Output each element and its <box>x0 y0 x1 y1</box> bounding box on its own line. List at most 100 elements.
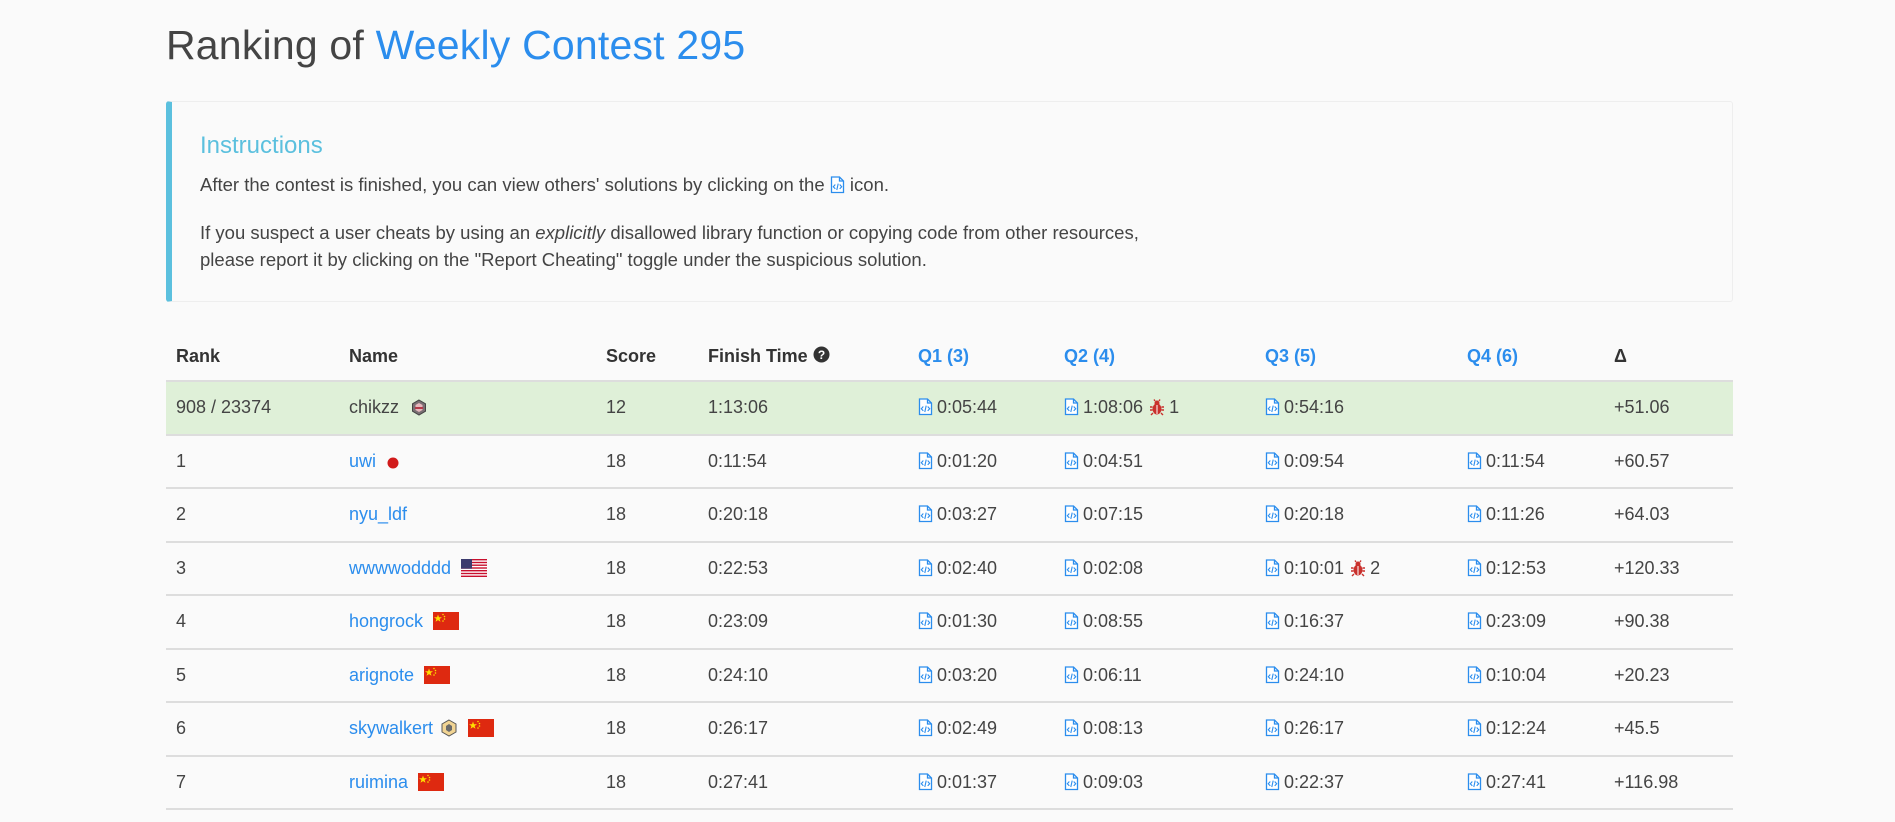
name-cell: nyu_ldf <box>339 487 596 542</box>
my-ranking-row: 908 / 23374 chikzz 12 1:13:06 0:05:44 1:… <box>166 380 1733 435</box>
q3-time: 0:54:16 <box>1284 397 1345 418</box>
code-file-icon[interactable] <box>918 719 933 737</box>
q1-cell[interactable]: 0:01:30 <box>908 594 1054 649</box>
q3-cell[interactable]: 0:54:16 <box>1255 380 1457 435</box>
code-file-icon[interactable] <box>1064 452 1079 470</box>
header-q2-link[interactable]: Q2 (4) <box>1054 332 1255 382</box>
header-finish-time-label: Finish Time <box>708 345 808 366</box>
header-q3-link[interactable]: Q3 (5) <box>1255 332 1457 382</box>
code-file-icon[interactable] <box>1064 719 1079 737</box>
code-file-icon[interactable] <box>1467 773 1482 791</box>
code-file-icon[interactable] <box>1265 452 1280 470</box>
q4-time: 0:27:41 <box>1486 771 1547 792</box>
q4-cell[interactable]: 0:23:09 <box>1457 594 1604 649</box>
code-file-icon[interactable] <box>1265 398 1280 416</box>
q1-cell[interactable]: 0:01:37 <box>908 754 1054 810</box>
code-file-icon[interactable] <box>1064 505 1079 523</box>
q4-cell[interactable]: 0:11:54 <box>1457 433 1604 488</box>
q1-cell[interactable]: 0:05:44 <box>908 380 1054 435</box>
q1-cell[interactable]: 0:02:49 <box>908 701 1054 756</box>
code-file-icon[interactable] <box>1265 612 1280 630</box>
code-file-icon[interactable] <box>918 398 933 416</box>
q1-cell[interactable]: 0:02:40 <box>908 540 1054 595</box>
finish-time-cell: 0:20:18 <box>698 487 908 542</box>
code-file-icon[interactable] <box>1064 773 1079 791</box>
q4-cell[interactable]: 0:12:24 <box>1457 701 1604 756</box>
username-link[interactable]: uwi <box>349 451 376 471</box>
code-file-icon[interactable] <box>918 612 933 630</box>
q2-cell[interactable]: 0:08:55 <box>1054 594 1255 649</box>
q1-cell[interactable]: 0:01:20 <box>908 433 1054 488</box>
instructions-heading: Instructions <box>200 132 323 159</box>
q4-cell[interactable]: 0:27:41 <box>1457 754 1604 810</box>
code-file-icon[interactable] <box>1467 612 1482 630</box>
q4-cell[interactable]: 0:12:53 <box>1457 540 1604 595</box>
q2-cell[interactable]: 0:07:15 <box>1054 487 1255 542</box>
code-file-icon[interactable] <box>918 452 933 470</box>
contest-badge-icon <box>441 719 457 737</box>
delta-cell: +20.23 <box>1604 647 1733 702</box>
q2-cell[interactable]: 0:09:03 <box>1054 754 1255 810</box>
q2-cell[interactable]: 0:04:51 <box>1054 433 1255 488</box>
q2-cell[interactable]: 1:08:06 1 <box>1054 380 1255 435</box>
q4-cell <box>1457 380 1604 435</box>
username-link[interactable]: skywalkert <box>349 718 433 738</box>
q2-time: 0:07:15 <box>1083 504 1144 525</box>
svg-text:?: ? <box>818 348 825 362</box>
delta-cell: +64.03 <box>1604 487 1733 542</box>
q4-cell[interactable]: 0:10:04 <box>1457 647 1604 702</box>
q2-cell[interactable]: 0:08:13 <box>1054 701 1255 756</box>
table-row: 6 skywalkert 18 0:26:17 0:02:49 0:08:13 … <box>166 701 1733 756</box>
username-link[interactable]: nyu_ldf <box>349 504 407 524</box>
code-file-icon[interactable] <box>918 559 933 577</box>
finish-time-cell: 0:11:54 <box>698 433 908 488</box>
q2-time: 1:08:06 <box>1083 397 1144 418</box>
code-file-icon[interactable] <box>1467 666 1482 684</box>
q2-cell[interactable]: 0:02:08 <box>1054 540 1255 595</box>
q1-cell[interactable]: 0:03:20 <box>908 647 1054 702</box>
header-q4-link[interactable]: Q4 (6) <box>1457 332 1604 382</box>
q3-cell[interactable]: 0:09:54 <box>1255 433 1457 488</box>
name-cell: hongrock <box>339 594 596 649</box>
question-circle-icon[interactable]: ? <box>813 346 830 363</box>
code-file-icon[interactable] <box>1064 666 1079 684</box>
code-file-icon[interactable] <box>1467 719 1482 737</box>
q3-time: 0:20:18 <box>1284 504 1345 525</box>
name-cell: wwwwodddd <box>339 540 596 595</box>
code-file-icon[interactable] <box>1467 559 1482 577</box>
username-link[interactable]: arignote <box>349 665 414 685</box>
code-file-icon[interactable] <box>1467 452 1482 470</box>
username-link[interactable]: ruimina <box>349 772 408 792</box>
q4-cell[interactable]: 0:11:26 <box>1457 487 1604 542</box>
q2-cell[interactable]: 0:06:11 <box>1054 647 1255 702</box>
code-file-icon[interactable] <box>918 505 933 523</box>
code-file-icon[interactable] <box>1265 559 1280 577</box>
code-file-icon[interactable] <box>1467 505 1482 523</box>
finish-time-cell: 1:13:06 <box>698 380 908 435</box>
username-link[interactable]: hongrock <box>349 611 423 631</box>
code-file-icon[interactable] <box>1265 773 1280 791</box>
q3-cell[interactable]: 0:24:10 <box>1255 647 1457 702</box>
code-file-icon[interactable] <box>1265 666 1280 684</box>
q3-cell[interactable]: 0:10:01 2 <box>1255 540 1457 595</box>
rank-cell: 6 <box>166 701 339 756</box>
code-file-icon[interactable] <box>918 773 933 791</box>
code-file-icon[interactable] <box>1064 398 1079 416</box>
q3-cell[interactable]: 0:20:18 <box>1255 487 1457 542</box>
rank-cell: 5 <box>166 647 339 702</box>
username-link[interactable]: wwwwodddd <box>349 558 451 578</box>
contest-name-link[interactable]: Weekly Contest 295 <box>376 22 746 68</box>
code-file-icon[interactable] <box>1064 559 1079 577</box>
code-file-icon[interactable] <box>1265 505 1280 523</box>
q3-cell[interactable]: 0:26:17 <box>1255 701 1457 756</box>
code-file-icon[interactable] <box>1265 719 1280 737</box>
q1-time: 0:02:49 <box>937 718 998 739</box>
flag-china-icon <box>468 719 495 738</box>
q3-cell[interactable]: 0:16:37 <box>1255 594 1457 649</box>
header-q1-link[interactable]: Q1 (3) <box>908 332 1054 382</box>
q1-cell[interactable]: 0:03:27 <box>908 487 1054 542</box>
code-file-icon[interactable] <box>918 666 933 684</box>
q3-cell[interactable]: 0:22:37 <box>1255 754 1457 810</box>
q3-time: 0:09:54 <box>1284 450 1345 471</box>
code-file-icon[interactable] <box>1064 612 1079 630</box>
